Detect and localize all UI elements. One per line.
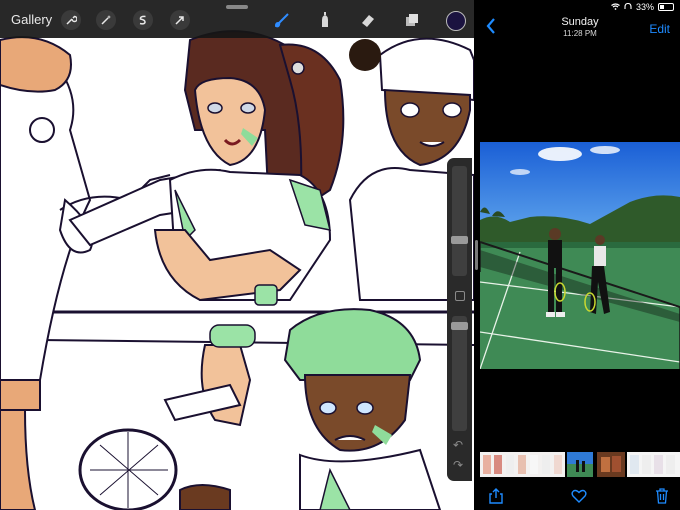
- battery-icon: [658, 3, 674, 11]
- divider-grip[interactable]: [475, 240, 478, 270]
- opacity-slider[interactable]: [451, 316, 468, 431]
- undo-icon[interactable]: ↶: [453, 438, 463, 452]
- wifi-icon: [611, 2, 620, 12]
- layers-icon[interactable]: [401, 9, 423, 31]
- procreate-pane: Gallery ↶ ↷: [0, 0, 474, 510]
- selection-icon[interactable]: [133, 10, 153, 30]
- eraser-icon[interactable]: [357, 9, 379, 31]
- smudge-icon[interactable]: [314, 9, 336, 31]
- modify-button[interactable]: [455, 291, 465, 301]
- redo-icon[interactable]: ↷: [453, 458, 463, 472]
- thumbnail-group-sketches[interactable]: [480, 452, 565, 477]
- status-bar: 33%: [611, 2, 674, 12]
- thumbnail-group-drawings[interactable]: [627, 452, 680, 477]
- thumbnail-selected[interactable]: [567, 452, 593, 477]
- photo-thumbnail-strip[interactable]: [480, 452, 680, 477]
- procreate-sidebar: ↶ ↷: [447, 158, 472, 481]
- color-swatch[interactable]: [446, 11, 466, 31]
- wrench-icon[interactable]: [61, 10, 81, 30]
- procreate-toolbar: Gallery: [0, 0, 474, 38]
- favorite-heart-icon[interactable]: [569, 486, 589, 506]
- photo-image[interactable]: [480, 142, 680, 369]
- brush-size-slider[interactable]: [451, 166, 468, 276]
- window-handle[interactable]: [226, 5, 248, 9]
- photos-bottom-toolbar: [480, 482, 680, 510]
- edit-button[interactable]: Edit: [649, 22, 670, 36]
- transform-arrow-icon[interactable]: [170, 10, 190, 30]
- thumbnail-photo-2[interactable]: [597, 452, 625, 477]
- magic-wand-icon[interactable]: [96, 10, 116, 30]
- opacity-knob[interactable]: [451, 322, 468, 330]
- brush-size-knob[interactable]: [451, 236, 468, 244]
- drawing-canvas[interactable]: [0, 0, 474, 510]
- battery-percent: 33%: [635, 2, 654, 12]
- brush-icon[interactable]: [271, 9, 293, 31]
- share-icon[interactable]: [486, 486, 506, 506]
- trash-icon[interactable]: [652, 486, 672, 506]
- gallery-button[interactable]: Gallery: [11, 12, 52, 27]
- photos-pane: 33% Sunday 11:28 PM Edit: [480, 0, 680, 510]
- headphones-icon: [624, 2, 632, 12]
